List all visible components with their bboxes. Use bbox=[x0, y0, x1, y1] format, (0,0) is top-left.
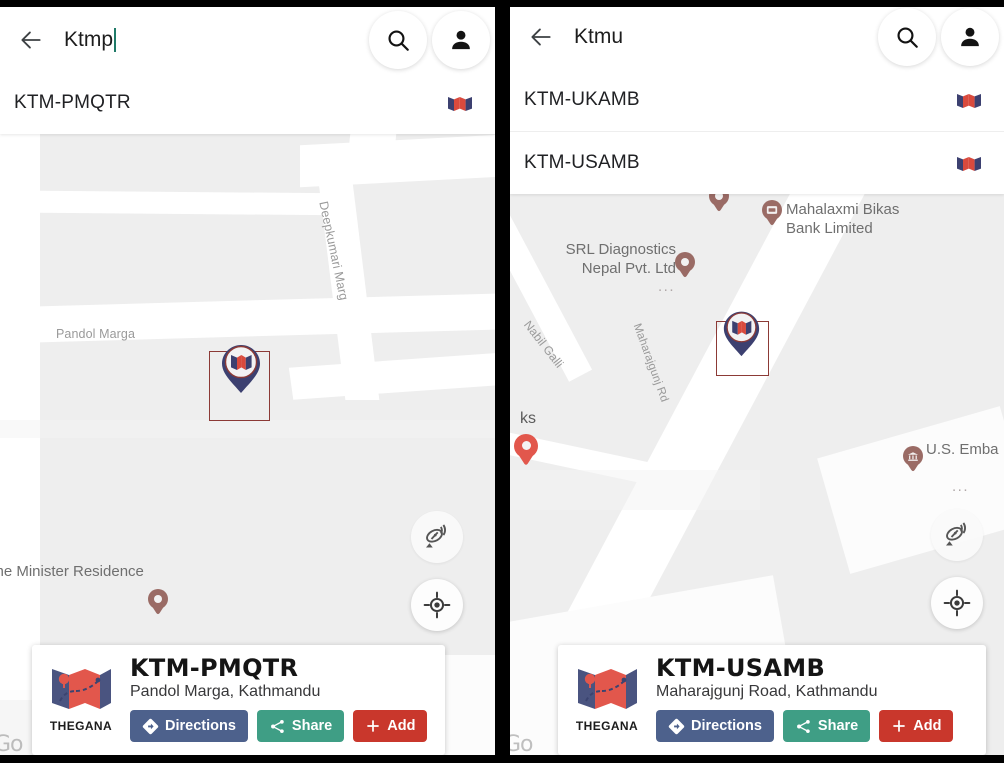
share-icon bbox=[270, 719, 284, 733]
road-block bbox=[510, 470, 760, 510]
device-bezel-top bbox=[0, 0, 495, 7]
thegana-logo-icon: THEGANA bbox=[570, 655, 644, 755]
place-pin-icon[interactable] bbox=[675, 252, 695, 279]
share-icon bbox=[796, 719, 810, 733]
thegana-logo-icon: THEGANA bbox=[44, 655, 118, 755]
place-pin-icon[interactable] bbox=[148, 589, 168, 616]
map-poi-label: Mahalaxmi Bikas Bank Limited bbox=[786, 201, 900, 237]
add-label: Add bbox=[387, 718, 416, 734]
text-cursor bbox=[114, 27, 117, 52]
red-pin-icon[interactable] bbox=[514, 434, 538, 467]
bank-pin-icon[interactable] bbox=[762, 200, 782, 227]
suggestion-row[interactable]: KTM-PMQTR bbox=[0, 72, 495, 134]
search-query-text: Ktmp bbox=[64, 27, 114, 51]
search-bar-right: Ktmu bbox=[510, 5, 1004, 69]
road-segment bbox=[288, 352, 495, 400]
museum-pin-icon[interactable] bbox=[903, 446, 923, 473]
brand-name: THEGANA bbox=[575, 719, 639, 733]
place-info-card-right[interactable]: THEGANA KTM-USAMB Maharajgunj Road, Kath… bbox=[558, 645, 986, 755]
folded-map-icon bbox=[956, 89, 982, 111]
device-bezel-top bbox=[510, 0, 1004, 7]
device-bezel-bottom bbox=[510, 755, 1004, 763]
share-button[interactable]: Share bbox=[256, 710, 345, 742]
my-location-button[interactable] bbox=[931, 577, 983, 629]
suggestion-label: KTM-UKAMB bbox=[524, 89, 640, 110]
my-location-button[interactable] bbox=[411, 579, 463, 631]
poi-more-dots[interactable]: ... bbox=[658, 278, 675, 295]
directions-icon bbox=[668, 718, 685, 734]
plus-icon bbox=[893, 720, 906, 732]
suggestion-label: KTM-USAMB bbox=[524, 152, 640, 173]
account-button[interactable] bbox=[941, 8, 999, 66]
place-address: Maharajgunj Road, Kathmandu bbox=[656, 683, 878, 700]
directions-label: Directions bbox=[165, 718, 236, 734]
directions-icon bbox=[142, 718, 159, 734]
brand-name: THEGANA bbox=[49, 719, 113, 733]
add-button[interactable]: Add bbox=[353, 710, 428, 742]
place-address: Pandol Marga, Kathmandu bbox=[130, 683, 321, 700]
search-button[interactable] bbox=[369, 10, 427, 69]
search-suggestions-left: KTM-PMQTR bbox=[0, 72, 495, 134]
suggestion-row[interactable]: KTM-USAMB bbox=[510, 131, 1004, 194]
place-title: KTM-PMQTR bbox=[130, 654, 299, 682]
card-action-row: Directions Share Add bbox=[130, 710, 433, 742]
account-button[interactable] bbox=[432, 10, 490, 69]
screenshot-root: Malakar Marg Pandol Marga Deepkumari Mar… bbox=[0, 0, 1004, 763]
suggestion-label: KTM-PMQTR bbox=[14, 92, 131, 113]
directions-button[interactable]: Directions bbox=[130, 710, 248, 742]
map-poi-label: ks bbox=[520, 410, 536, 427]
satellite-layer-button[interactable] bbox=[931, 509, 983, 561]
map-poi-label: SRL Diagnostics Nepal Pvt. Ltd bbox=[565, 241, 676, 277]
map-poi-label: U.S. Emba bbox=[926, 441, 999, 458]
directions-button[interactable]: Directions bbox=[656, 710, 774, 742]
map-poi-label: ime Minister Residence bbox=[0, 563, 144, 580]
road-segment bbox=[40, 190, 340, 216]
share-label: Share bbox=[817, 718, 859, 734]
search-input[interactable]: Ktmp bbox=[54, 27, 369, 52]
add-label: Add bbox=[913, 718, 942, 734]
search-bar-left: Ktmp bbox=[0, 7, 495, 72]
search-query-text: Ktmu bbox=[574, 25, 624, 48]
thegana-pin-icon[interactable] bbox=[721, 306, 762, 358]
share-button[interactable]: Share bbox=[782, 710, 871, 742]
plus-icon bbox=[367, 720, 380, 732]
folded-map-icon bbox=[447, 92, 473, 114]
folded-map-icon bbox=[956, 152, 982, 174]
search-button[interactable] bbox=[878, 8, 936, 66]
share-label: Share bbox=[291, 718, 333, 734]
road-segment bbox=[0, 60, 40, 700]
search-suggestions-right: KTM-UKAMB KTM-USAMB bbox=[510, 69, 1004, 194]
arrow-left-icon[interactable] bbox=[518, 14, 564, 60]
poi-more-dots[interactable]: ... bbox=[952, 478, 969, 495]
directions-label: Directions bbox=[691, 718, 762, 734]
card-action-row: Directions Share Add bbox=[656, 710, 974, 742]
search-input[interactable]: Ktmu bbox=[564, 25, 878, 49]
arrow-left-icon[interactable] bbox=[8, 17, 54, 63]
satellite-layer-button[interactable] bbox=[411, 511, 463, 563]
device-bezel-bottom bbox=[0, 755, 495, 763]
google-attribution: Go bbox=[0, 732, 23, 757]
suggestion-row[interactable]: KTM-UKAMB bbox=[510, 69, 1004, 131]
phone-panel-left: Malakar Marg Pandol Marga Deepkumari Mar… bbox=[0, 0, 495, 763]
thegana-pin-icon[interactable] bbox=[219, 339, 263, 395]
add-button[interactable]: Add bbox=[879, 710, 954, 742]
place-title: KTM-USAMB bbox=[656, 654, 826, 682]
google-attribution: Go bbox=[510, 732, 533, 757]
road-segment bbox=[0, 420, 495, 438]
map-road-label: Maharajgunj Rd bbox=[630, 322, 671, 404]
place-info-card-left[interactable]: THEGANA KTM-PMQTR Pandol Marga, Kathmand… bbox=[32, 645, 445, 755]
map-road-label: Pandol Marga bbox=[56, 327, 136, 341]
phone-panel-right: Nabil Galli Maharajgunj Rd Mahalaxmi Bik… bbox=[510, 0, 1004, 763]
